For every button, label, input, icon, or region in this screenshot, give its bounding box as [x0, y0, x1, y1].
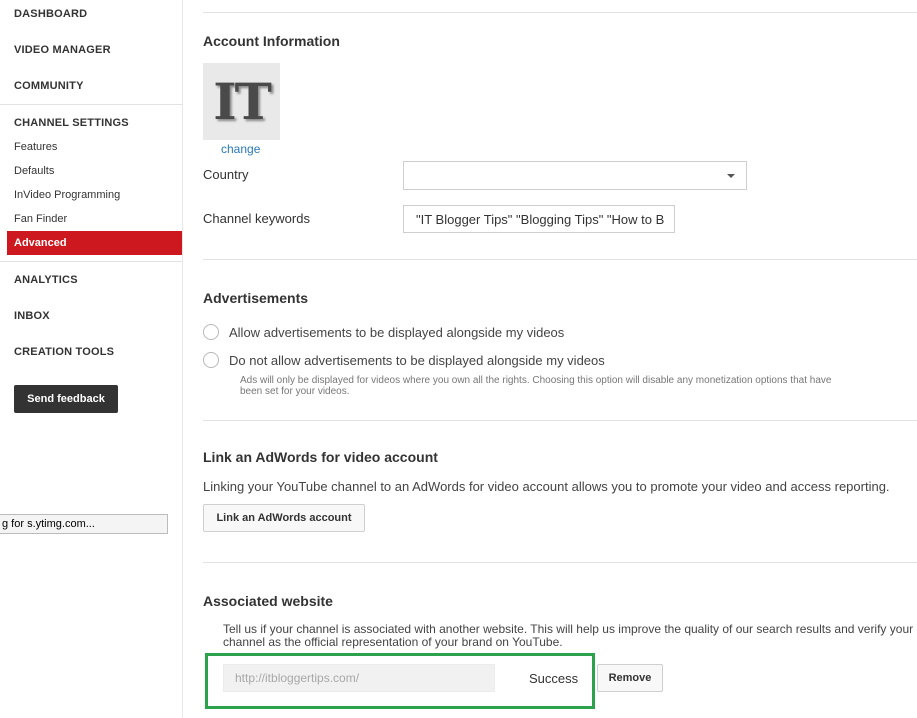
section-divider — [203, 12, 917, 13]
link-adwords-button[interactable]: Link an AdWords account — [203, 504, 365, 532]
verification-status: Success — [529, 671, 579, 686]
allow-ads-radio[interactable] — [203, 324, 219, 340]
sidebar-item-channel-settings[interactable]: CHANNEL SETTINGS — [14, 117, 129, 129]
adwords-description: Linking your YouTube channel to an AdWor… — [203, 479, 890, 494]
sidebar-item-features[interactable]: Features — [14, 141, 57, 153]
avatar-logo-text: IT — [213, 72, 272, 131]
allow-ads-label[interactable]: Allow advertisements to be displayed alo… — [229, 325, 564, 340]
section-divider — [203, 420, 917, 421]
sidebar-item-fan-finder[interactable]: Fan Finder — [14, 213, 67, 225]
dropdown-arrow-icon — [727, 174, 735, 178]
country-label: Country — [203, 167, 249, 182]
associated-website-description: Tell us if your channel is associated wi… — [223, 622, 914, 649]
sidebar-item-analytics[interactable]: ANALYTICS — [14, 274, 78, 286]
advertisements-title: Advertisements — [203, 290, 309, 306]
sidebar-divider — [0, 104, 182, 105]
website-url-input[interactable]: http://itbloggertips.com/ — [223, 664, 495, 692]
sidebar-item-inbox[interactable]: INBOX — [14, 310, 50, 322]
remove-website-button[interactable]: Remove — [597, 664, 663, 692]
section-divider — [203, 562, 917, 563]
sidebar-divider — [0, 261, 182, 262]
account-information-title: Account Information — [203, 33, 340, 49]
channel-keywords-label: Channel keywords — [203, 211, 310, 226]
sidebar-item-creation-tools[interactable]: CREATION TOOLS — [14, 346, 114, 358]
browser-status-bar: g for s.ytimg.com... — [0, 514, 168, 534]
channel-avatar: IT — [203, 63, 280, 140]
sidebar-item-invideo-programming[interactable]: InVideo Programming — [14, 189, 120, 201]
section-divider — [203, 259, 917, 260]
adwords-title: Link an AdWords for video account — [203, 449, 438, 465]
country-select[interactable] — [403, 161, 747, 190]
sidebar-item-dashboard[interactable]: DASHBOARD — [14, 8, 87, 20]
channel-keywords-input[interactable]: "IT Blogger Tips" "Blogging Tips" "How t… — [403, 205, 675, 233]
sidebar-item-video-manager[interactable]: VIDEO MANAGER — [14, 44, 111, 56]
ads-note: Ads will only be displayed for videos wh… — [240, 375, 832, 397]
sidebar-item-advanced[interactable]: Advanced — [7, 231, 182, 255]
sidebar-item-community[interactable]: COMMUNITY — [14, 80, 84, 92]
change-avatar-link[interactable]: change — [221, 142, 260, 156]
send-feedback-button[interactable]: Send feedback — [14, 385, 118, 413]
disallow-ads-label[interactable]: Do not allow advertisements to be displa… — [229, 353, 605, 368]
disallow-ads-radio[interactable] — [203, 352, 219, 368]
sidebar-item-defaults[interactable]: Defaults — [14, 165, 54, 177]
sidebar: DASHBOARD VIDEO MANAGER COMMUNITY CHANNE… — [0, 0, 183, 718]
associated-website-title: Associated website — [203, 593, 333, 609]
